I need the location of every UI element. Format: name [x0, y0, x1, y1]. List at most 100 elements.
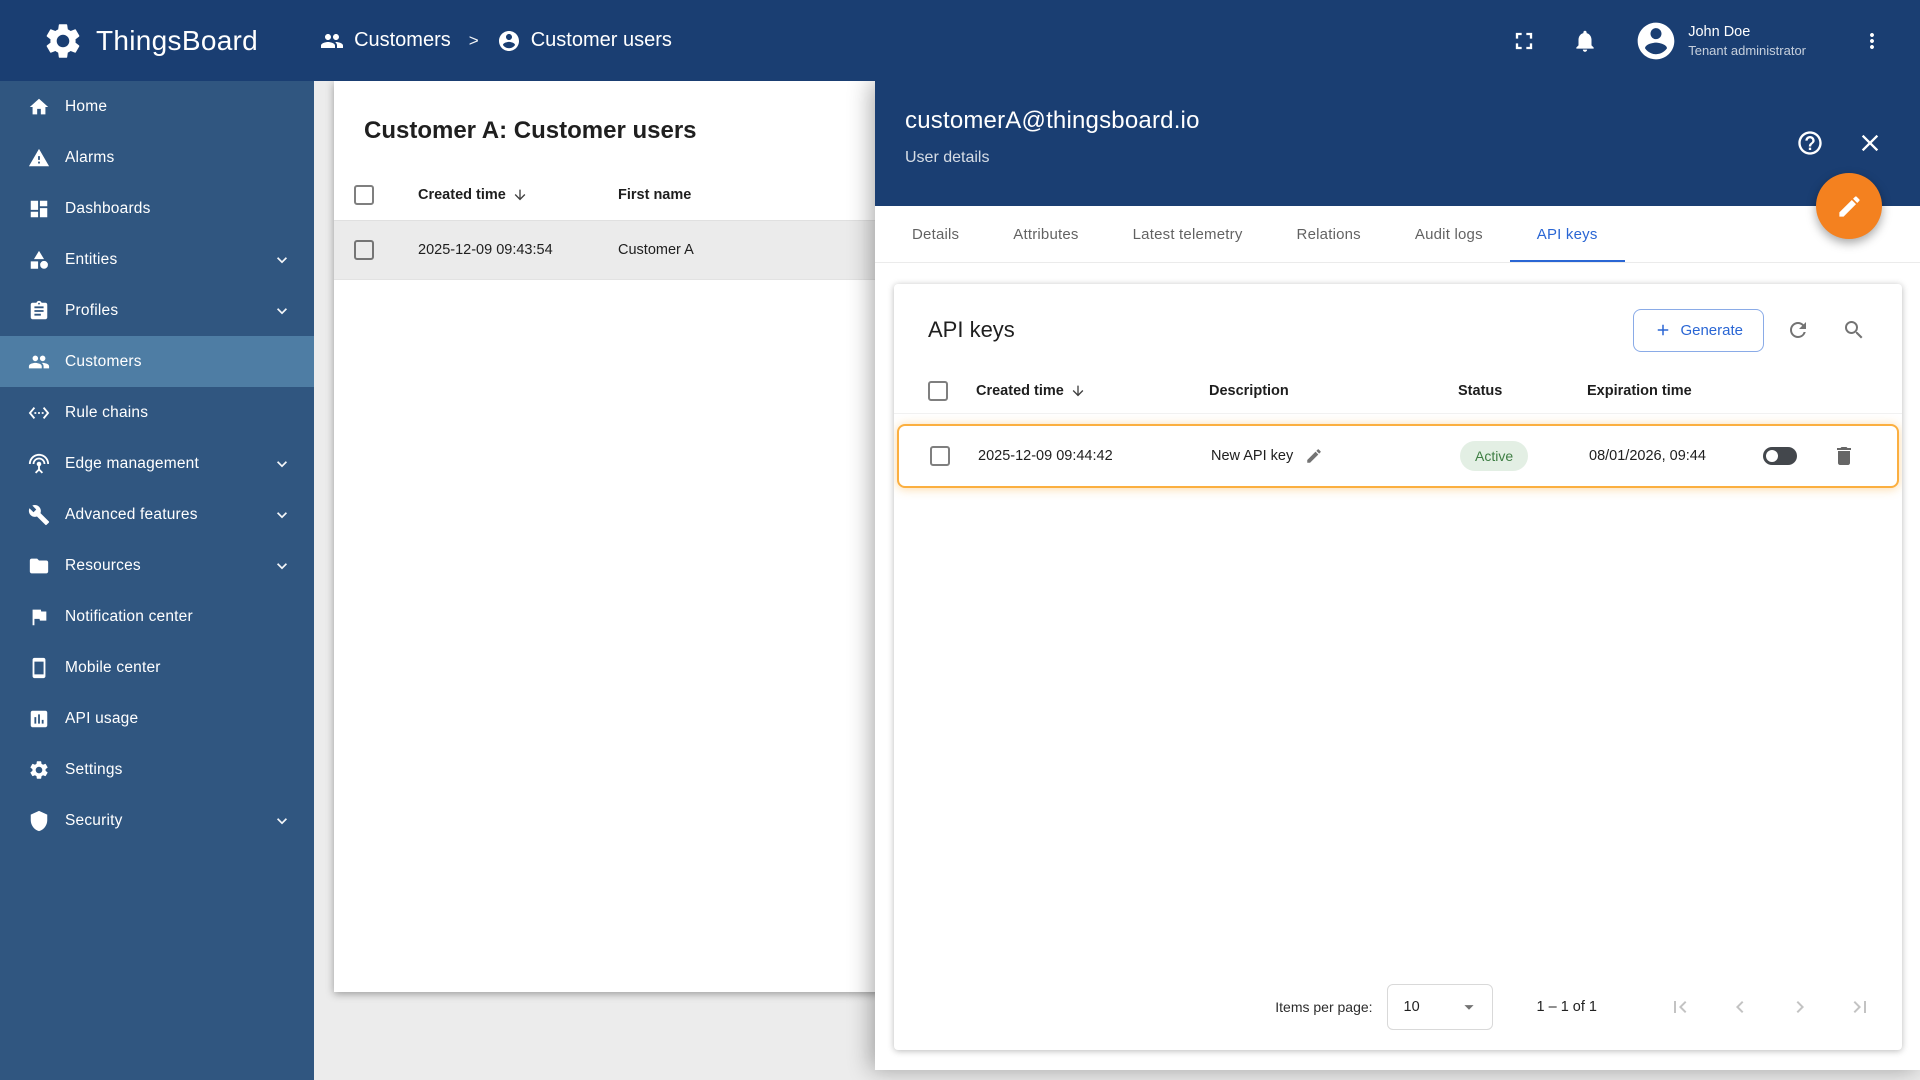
user-details-subtitle: User details	[905, 149, 990, 166]
column-expiration-time[interactable]: Expiration time	[1581, 383, 1750, 399]
first-page-icon	[1668, 995, 1692, 1019]
items-per-page-value: 10	[1403, 999, 1420, 1015]
created-time-cell: 2025-12-09 09:44:42	[978, 448, 1113, 464]
help-icon[interactable]	[1796, 129, 1824, 157]
kebab-menu-icon[interactable]	[1860, 29, 1884, 53]
header-actions: John Doe Tenant administrator	[1510, 19, 1920, 63]
column-created-time[interactable]: Created time	[970, 383, 1203, 399]
paginator: Items per page: 10 1 – 1 of 1	[894, 970, 1902, 1050]
profiles-icon	[28, 300, 50, 322]
pagination-prev-button[interactable]	[1719, 986, 1761, 1028]
api-keys-card: API keys Generate Created time Descripti…	[894, 284, 1902, 1050]
api-keys-toolbar: API keys Generate	[894, 284, 1902, 368]
close-icon[interactable]	[1856, 129, 1884, 157]
tab-details[interactable]: Details	[885, 206, 986, 262]
delete-trash-icon[interactable]	[1832, 444, 1856, 468]
notification-center-icon	[28, 606, 50, 628]
user-name: John Doe	[1688, 23, 1751, 40]
sidebar-item-security[interactable]: Security	[0, 795, 314, 846]
chevron-down-icon	[272, 301, 292, 321]
notifications-bell-icon[interactable]	[1572, 28, 1598, 54]
search-icon	[1842, 318, 1866, 342]
pagination-first-button[interactable]	[1659, 986, 1701, 1028]
edge-management-icon	[28, 453, 50, 475]
pagination-range: 1 – 1 of 1	[1536, 999, 1597, 1015]
api-usage-icon	[28, 708, 50, 730]
sidebar-item-label: Dashboards	[65, 199, 151, 217]
column-label: Created time	[418, 186, 506, 203]
app-header: ThingsBoard Customers > Customer users J…	[0, 0, 1920, 81]
sidebar-item-label: Settings	[65, 760, 123, 778]
sidebar-item-home[interactable]: Home	[0, 81, 314, 132]
chevron-down-icon	[272, 454, 292, 474]
sidebar-item-label: Notification center	[65, 607, 193, 625]
api-keys-panel-body: API keys Generate Created time Descripti…	[875, 263, 1920, 1070]
refresh-button[interactable]	[1776, 308, 1820, 352]
sidebar-item-api-usage[interactable]: API usage	[0, 693, 314, 744]
pagination-last-button[interactable]	[1839, 986, 1881, 1028]
sidebar-item-settings[interactable]: Settings	[0, 744, 314, 795]
select-all-checkbox[interactable]	[928, 380, 948, 401]
sidebar-item-label: Home	[65, 97, 108, 115]
items-per-page-label: Items per page:	[1275, 999, 1373, 1015]
sidebar-item-alarms[interactable]: Alarms	[0, 132, 314, 183]
breadcrumb: Customers > Customer users	[320, 29, 672, 53]
sidebar-item-resources[interactable]: Resources	[0, 540, 314, 591]
search-button[interactable]	[1832, 308, 1876, 352]
column-created-time[interactable]: Created time	[418, 187, 618, 203]
chevron-down-icon	[272, 556, 292, 576]
sidebar-item-advanced-features[interactable]: Advanced features	[0, 489, 314, 540]
advanced-features-icon	[28, 504, 50, 526]
tab-relations[interactable]: Relations	[1270, 206, 1388, 262]
column-status[interactable]: Status	[1452, 383, 1581, 399]
sidebar-item-customers[interactable]: Customers	[0, 336, 314, 387]
refresh-icon	[1786, 318, 1810, 342]
expiration-time-cell: 08/01/2026, 09:44	[1589, 448, 1706, 464]
sidebar-item-entities[interactable]: Entities	[0, 234, 314, 285]
person-icon	[497, 29, 521, 53]
column-description[interactable]: Description	[1203, 383, 1452, 399]
sidebar-item-dashboards[interactable]: Dashboards	[0, 183, 314, 234]
pagination-next-button[interactable]	[1779, 986, 1821, 1028]
sidebar-item-notification-center[interactable]: Notification center	[0, 591, 314, 642]
sidebar-item-edge-management[interactable]: Edge management	[0, 438, 314, 489]
edit-description-pencil-icon[interactable]	[1305, 447, 1323, 465]
breadcrumb-label: Customers	[354, 29, 451, 51]
row-checkbox[interactable]	[930, 446, 950, 466]
tab-audit-logs[interactable]: Audit logs	[1388, 206, 1510, 262]
alarms-icon	[28, 147, 50, 169]
api-key-enabled-toggle[interactable]	[1763, 447, 1797, 465]
breadcrumb-separator: >	[468, 30, 479, 50]
sidebar-item-label: Customers	[65, 352, 142, 370]
tab-attributes[interactable]: Attributes	[986, 206, 1105, 262]
customers-icon	[28, 351, 50, 373]
sidebar-item-label: Entities	[65, 250, 118, 268]
tab-api-keys[interactable]: API keys	[1510, 206, 1625, 262]
rule-chains-icon	[28, 402, 50, 424]
api-keys-table-header: Created time Description Status Expirati…	[894, 368, 1902, 414]
sidebar-item-mobile-center[interactable]: Mobile center	[0, 642, 314, 693]
user-info: John Doe Tenant administrator	[1688, 23, 1806, 59]
entities-icon	[28, 249, 50, 271]
generate-button-label: Generate	[1680, 321, 1743, 339]
settings-icon	[28, 759, 50, 781]
sidebar-item-profiles[interactable]: Profiles	[0, 285, 314, 336]
breadcrumb-customer-users[interactable]: Customer users	[497, 29, 672, 53]
sidebar-item-label: Alarms	[65, 148, 115, 166]
items-per-page-select[interactable]: 10	[1386, 984, 1493, 1030]
fullscreen-icon[interactable]	[1510, 27, 1538, 55]
user-avatar[interactable]	[1634, 19, 1678, 63]
select-all-checkbox[interactable]	[354, 184, 374, 205]
generate-button[interactable]: Generate	[1633, 308, 1764, 352]
chevron-down-icon	[272, 505, 292, 525]
tab-latest-telemetry[interactable]: Latest telemetry	[1106, 206, 1270, 262]
row-checkbox[interactable]	[354, 240, 374, 260]
api-key-row[interactable]: 2025-12-09 09:44:42 New API key Active 0…	[897, 424, 1899, 488]
breadcrumb-customers[interactable]: Customers	[320, 29, 451, 53]
edit-fab-button[interactable]	[1816, 173, 1882, 239]
user-role: Tenant administrator	[1688, 42, 1806, 58]
app-logo[interactable]: ThingsBoard	[42, 20, 258, 62]
user-details-panel: customerA@thingsboard.io User details De…	[875, 81, 1920, 1070]
chevron-left-icon	[1728, 995, 1752, 1019]
sidebar-item-rule-chains[interactable]: Rule chains	[0, 387, 314, 438]
